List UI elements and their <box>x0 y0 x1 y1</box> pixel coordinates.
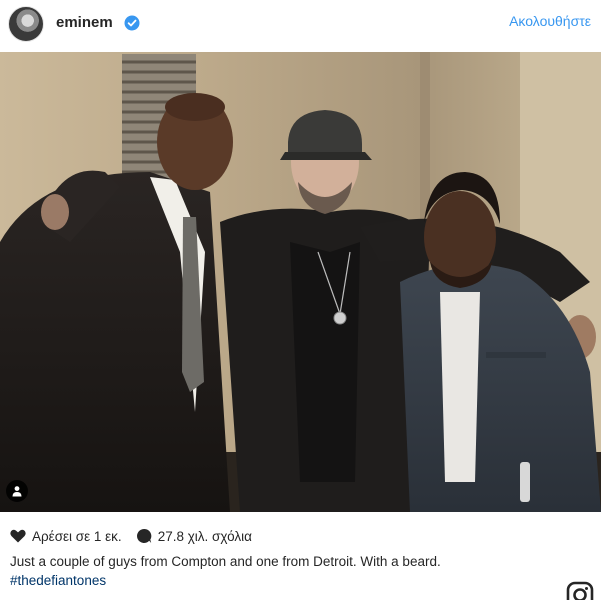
verified-badge-icon <box>124 15 140 31</box>
avatar[interactable] <box>8 6 44 42</box>
caption-text: Just a couple of guys from Compton and o… <box>10 554 441 569</box>
username-link[interactable]: eminem <box>56 14 113 31</box>
post-header: eminem Ακολουθήστε <box>0 0 601 48</box>
hashtag-link[interactable]: #thedefiantones <box>10 571 570 590</box>
heart-icon <box>10 529 26 543</box>
user-tag-icon[interactable] <box>6 480 28 502</box>
likes-group[interactable]: Αρέσει σε 1 εκ. <box>10 529 122 544</box>
post-photo[interactable] <box>0 52 601 512</box>
comment-bubble-icon <box>136 528 151 543</box>
instagram-icon[interactable] <box>566 580 596 600</box>
comments-group[interactable]: 27.8 χιλ. σχόλια <box>136 528 252 544</box>
post-stats: Αρέσει σε 1 εκ. 27.8 χιλ. σχόλια <box>10 525 266 547</box>
follow-button[interactable]: Ακολουθήστε <box>509 13 591 29</box>
comments-count: 27.8 χιλ. σχόλια <box>157 528 252 544</box>
likes-count: Αρέσει σε 1 εκ. <box>32 528 122 544</box>
post-caption: Just a couple of guys from Compton and o… <box>10 552 570 590</box>
